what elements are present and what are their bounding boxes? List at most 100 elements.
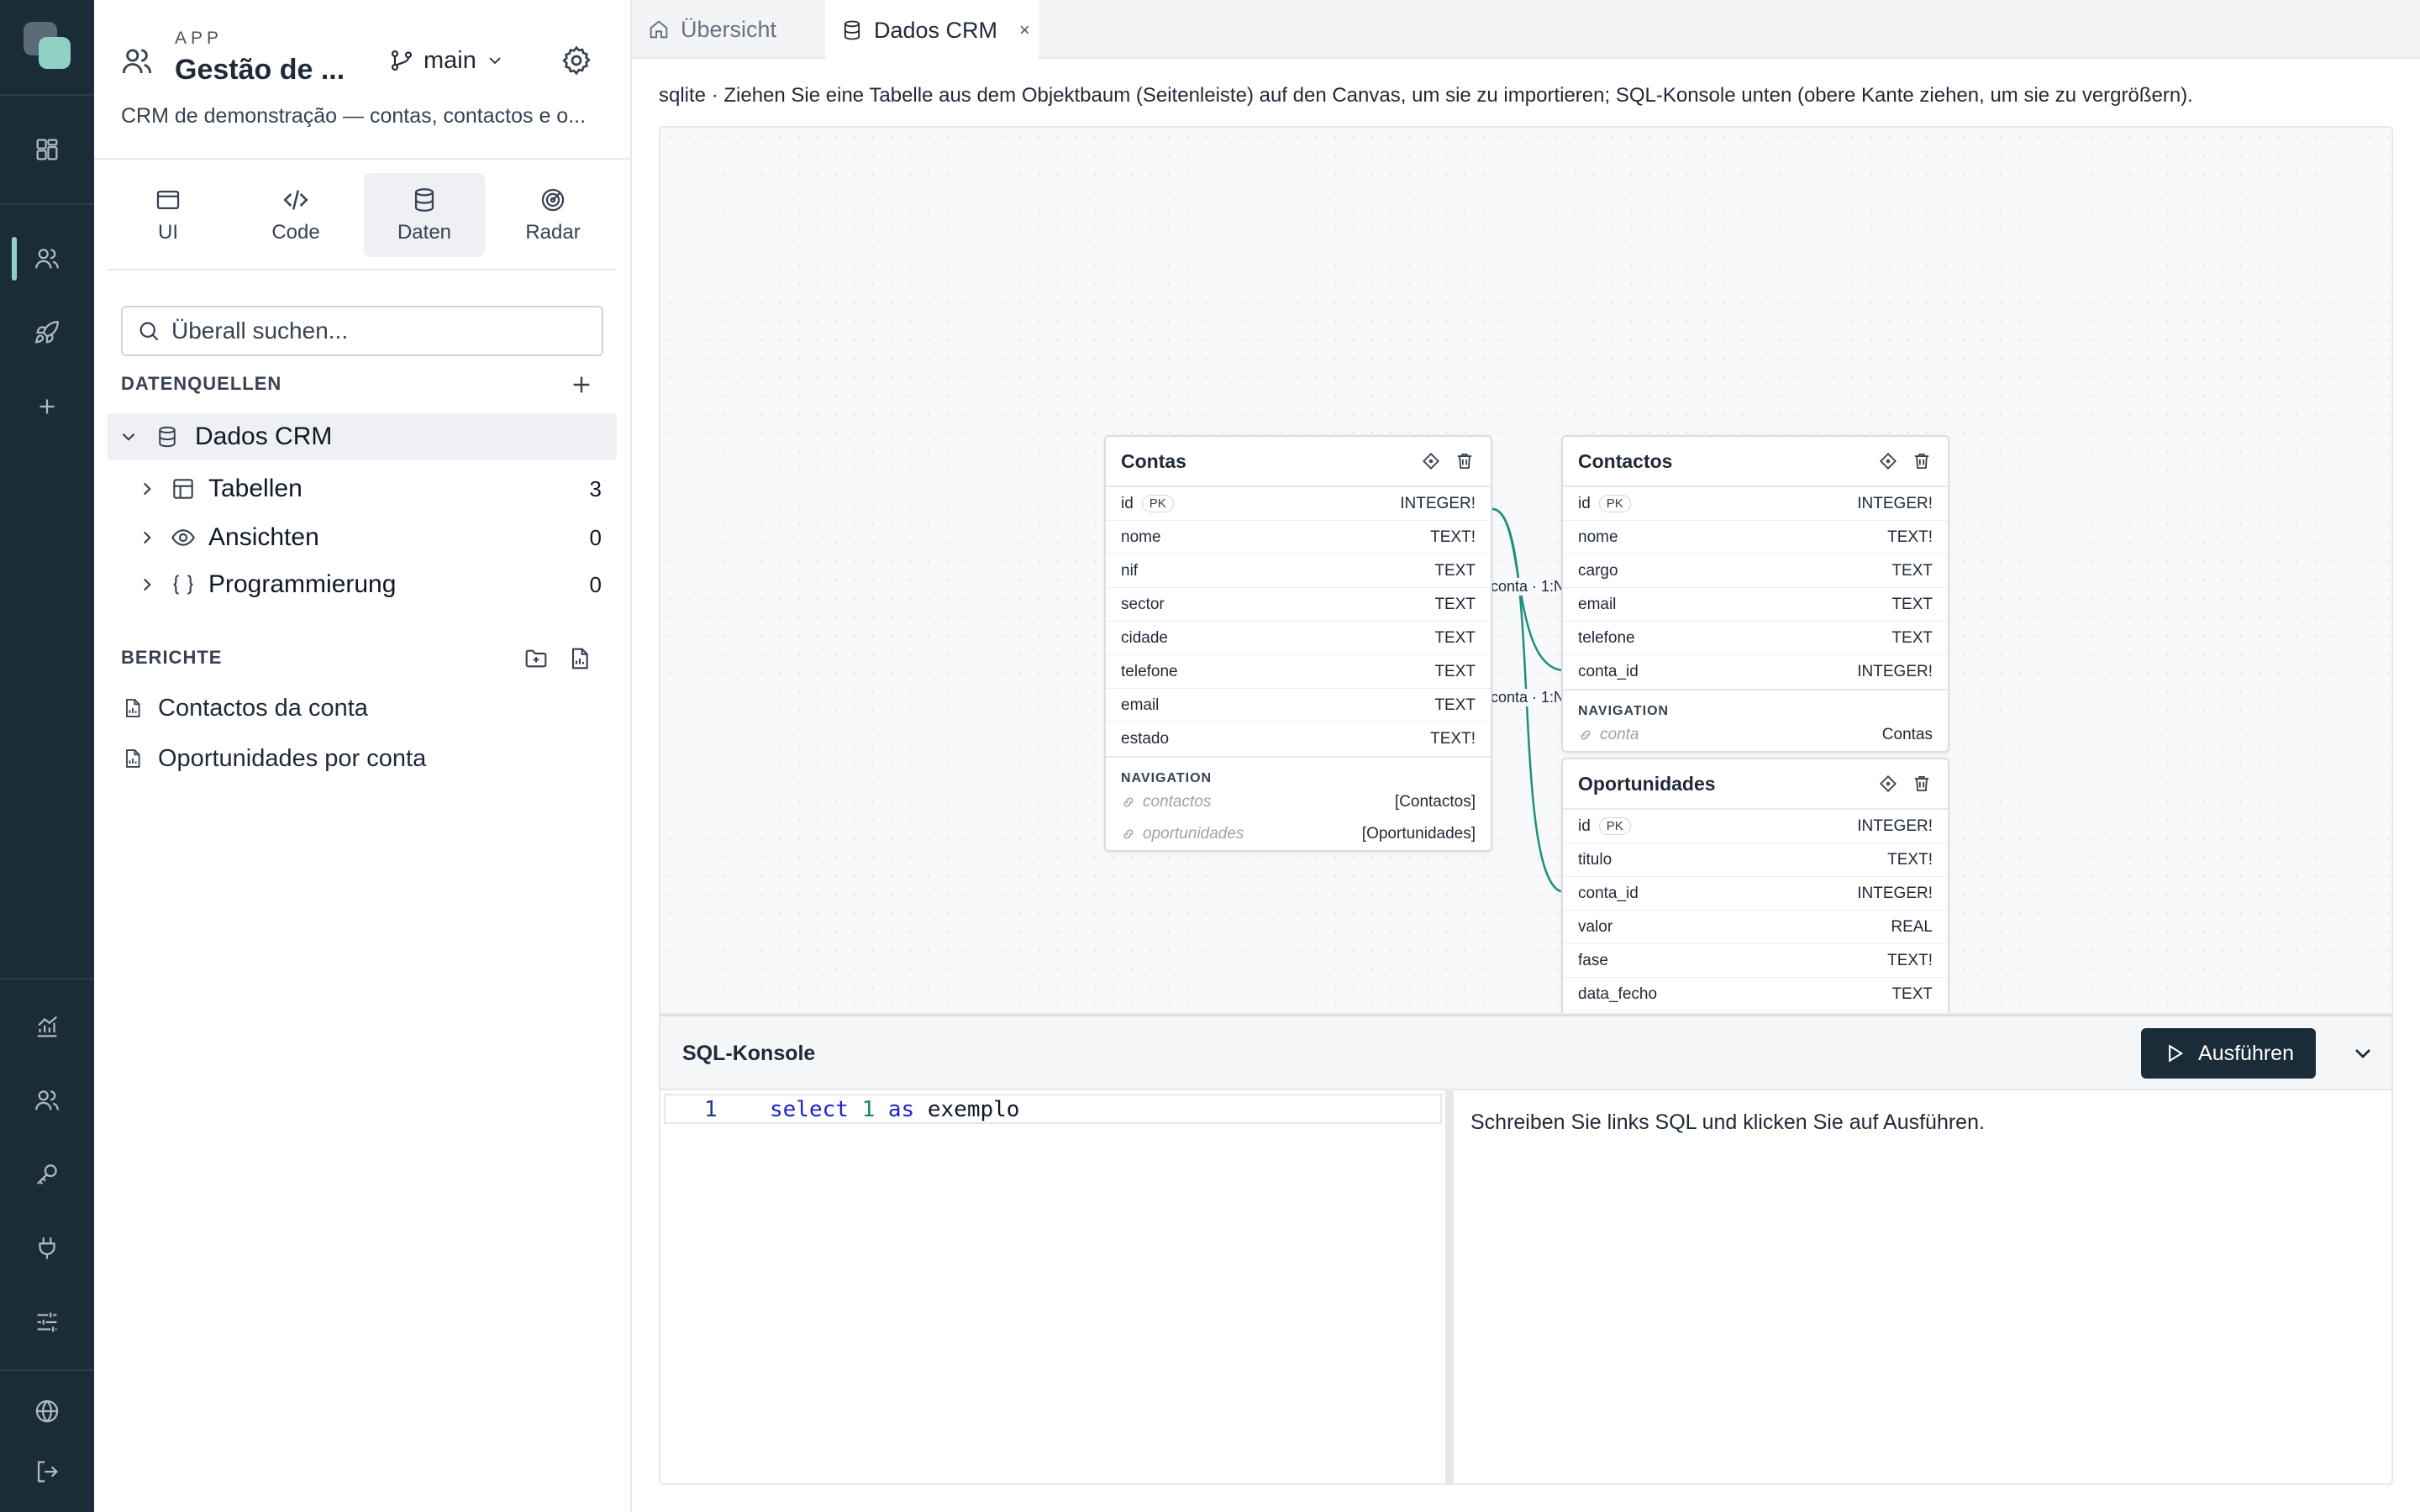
entity-header[interactable]: Contactos [1563, 437, 1948, 487]
console-header[interactable]: SQL-Konsole Ausführen [660, 1015, 2391, 1090]
chevron-right-icon[interactable] [136, 478, 158, 500]
console-splitter[interactable] [1445, 1090, 1454, 1483]
report-item[interactable]: Oportunidades por conta [121, 738, 426, 780]
column-row[interactable]: titulo TEXT! [1563, 843, 1948, 877]
locate-icon[interactable] [1420, 450, 1442, 472]
sql-editor[interactable]: 1 select 1 as exemplo [660, 1090, 1445, 1483]
navigation-row[interactable]: contactos [Contactos] [1106, 786, 1491, 818]
tab-ui[interactable]: UI [108, 173, 229, 257]
tab-dados-crm[interactable]: Dados CRM × [825, 0, 1039, 60]
rail-plug-icon[interactable] [0, 1218, 94, 1278]
app-users-icon [119, 44, 155, 79]
tab-daten[interactable]: Daten [364, 173, 485, 257]
run-button[interactable]: Ausführen [2141, 1028, 2316, 1079]
column-name: telefone [1578, 628, 1635, 647]
chevron-down-icon[interactable] [118, 426, 139, 448]
new-folder-icon[interactable] [521, 643, 551, 674]
rail-key-icon[interactable] [0, 1144, 94, 1205]
column-row[interactable]: cidade TEXT [1106, 622, 1491, 655]
locate-icon[interactable] [1877, 773, 1899, 795]
entity-contas[interactable]: Contas id PK INTEGER! nome TEXT! nif TEXT se… [1104, 435, 1492, 852]
table-icon [173, 479, 193, 499]
trash-icon[interactable] [1454, 450, 1476, 472]
pk-badge: PK [1598, 817, 1631, 835]
column-type: TEXT! [1887, 528, 1933, 546]
column-row[interactable]: telefone TEXT [1563, 622, 1948, 655]
add-datasource-icon[interactable] [566, 370, 597, 400]
chevron-right-icon[interactable] [136, 527, 158, 549]
column-row[interactable]: nome TEXT! [1106, 521, 1491, 554]
entity-header[interactable]: Oportunidades [1563, 759, 1948, 810]
tree-item-programmierung[interactable]: Programmierung 0 [136, 563, 617, 606]
rail-divider [0, 1369, 94, 1371]
rail-logout-icon[interactable] [0, 1441, 94, 1502]
rail-analytics-icon[interactable] [0, 996, 94, 1057]
tab-code[interactable]: Code [235, 173, 356, 257]
column-row[interactable]: nome TEXT! [1563, 521, 1948, 554]
navigation-type: [Contactos] [1394, 793, 1476, 811]
column-row[interactable]: valor REAL [1563, 911, 1948, 944]
reports-heading: BERICHTE [121, 647, 223, 668]
search-input[interactable] [171, 318, 592, 344]
pk-badge: PK [1598, 495, 1631, 512]
entity-header[interactable]: Contas [1106, 437, 1491, 487]
column-row[interactable]: cargo TEXT [1563, 554, 1948, 588]
column-row[interactable]: id PK INTEGER! [1563, 810, 1948, 843]
trash-icon[interactable] [1911, 773, 1933, 795]
column-row[interactable]: email TEXT [1563, 588, 1948, 622]
column-row[interactable]: conta_id INTEGER! [1563, 877, 1948, 911]
rail-dashboard-icon[interactable] [0, 119, 94, 180]
rail-divider [0, 94, 94, 96]
branch-selector[interactable]: main [388, 44, 505, 77]
column-type: TEXT! [1430, 528, 1476, 546]
tree-item-ansichten[interactable]: Ansichten 0 [136, 516, 617, 559]
locate-icon[interactable] [1877, 450, 1899, 472]
navigation-row[interactable]: conta Contas [1563, 719, 1948, 751]
column-name: data_fecho [1578, 984, 1658, 1003]
rail-globe-icon[interactable] [0, 1381, 94, 1441]
new-report-icon[interactable] [565, 643, 595, 674]
tree-root-dados-crm[interactable]: Dados CRM [108, 413, 617, 460]
database-icon [159, 426, 176, 448]
rail-add-icon[interactable] [0, 376, 94, 437]
relation-label: conta · 1:N [1491, 578, 1565, 596]
navigation-name: oportunidades [1143, 825, 1244, 843]
relation-lines [1491, 507, 1565, 894]
chevron-right-icon[interactable] [136, 574, 158, 596]
rail-users-icon[interactable] [0, 228, 94, 289]
tab-radar[interactable]: Radar [492, 173, 613, 257]
navigation-row[interactable]: oportunidades [Oportunidades] [1106, 818, 1491, 850]
schema-canvas[interactable]: conta · 1:N conta · 1:N Contas id PK INTEG… [659, 126, 2393, 1015]
column-row[interactable]: estado TEXT! [1106, 722, 1491, 756]
tab-ubersicht[interactable]: Übersicht [632, 0, 822, 59]
close-tab-icon[interactable]: × [1019, 19, 1030, 41]
sql-code[interactable]: select 1 as exemplo [770, 1097, 1019, 1122]
report-item[interactable]: Contactos da conta [121, 687, 368, 729]
column-row[interactable]: nif TEXT [1106, 554, 1491, 588]
column-type: TEXT [1891, 628, 1933, 647]
column-row[interactable]: sector TEXT [1106, 588, 1491, 622]
column-row[interactable]: conta_id INTEGER! [1563, 655, 1948, 689]
rail-team-icon[interactable] [0, 1070, 94, 1131]
collapse-chevron-icon[interactable] [2349, 1040, 2376, 1067]
column-row[interactable]: id PK INTEGER! [1106, 487, 1491, 521]
tree-item-tabellen[interactable]: Tabellen 3 [136, 467, 617, 511]
tab-code-label: Code [271, 221, 320, 244]
column-row[interactable]: telefone TEXT [1106, 655, 1491, 689]
search-box [121, 306, 603, 356]
sidebar-divider [94, 158, 630, 160]
settings-gear-icon[interactable] [560, 44, 593, 77]
column-type: TEXT [1434, 662, 1476, 680]
entity-contactos[interactable]: Contactos id PK INTEGER! nome TEXT! cargo TE… [1561, 435, 1949, 753]
column-row[interactable]: email TEXT [1106, 689, 1491, 722]
app-logo[interactable] [24, 22, 72, 71]
column-row[interactable]: id PK INTEGER! [1563, 487, 1948, 521]
trash-icon[interactable] [1911, 450, 1933, 472]
entity-oportunidades[interactable]: Oportunidades id PK INTEGER! titulo TEXT! c… [1561, 758, 1949, 1015]
column-row[interactable]: data_fecho TEXT [1563, 978, 1948, 1011]
rail-sliders-icon[interactable] [0, 1292, 94, 1352]
report-label: Oportunidades por conta [158, 744, 427, 772]
rail-rocket-icon[interactable] [0, 302, 94, 363]
play-icon [2169, 1044, 2184, 1063]
column-row[interactable]: fase TEXT! [1563, 944, 1948, 978]
